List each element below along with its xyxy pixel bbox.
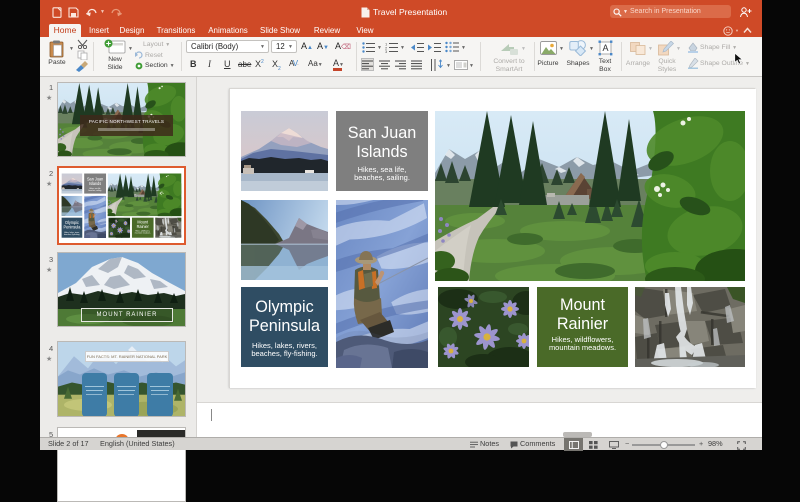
svg-text:A: A [603, 43, 609, 53]
svg-text:3: 3 [385, 49, 388, 53]
